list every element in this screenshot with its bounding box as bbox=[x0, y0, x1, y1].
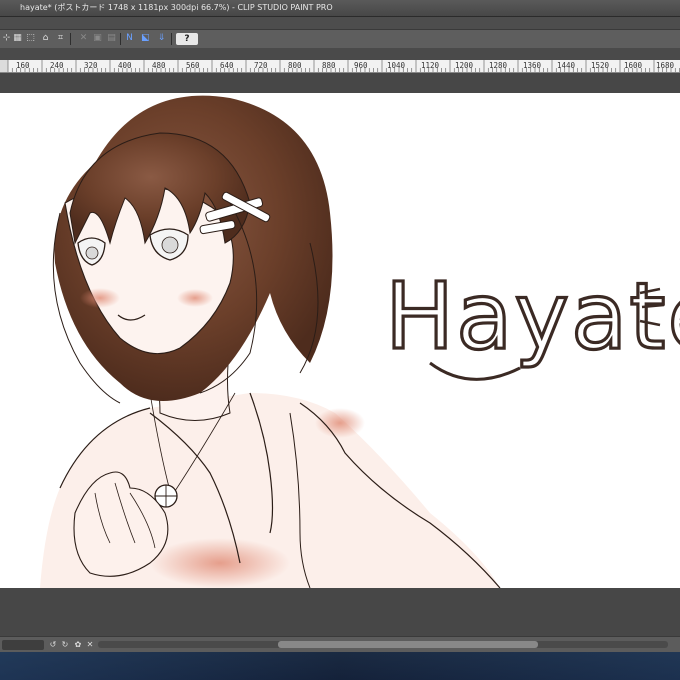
rotate-left-icon[interactable]: ↺ bbox=[48, 640, 58, 650]
fill-icon[interactable]: ⬚ bbox=[25, 33, 36, 44]
canvas-lettering: Hayate bbox=[385, 263, 680, 370]
snap-vector-icon[interactable]: ⬕ bbox=[140, 33, 151, 44]
select-all-icon[interactable]: ▦ bbox=[12, 33, 23, 44]
horizontal-scrollbar[interactable] bbox=[98, 641, 668, 648]
command-bar: ⊹ ▦ ⬚ ⌂ ⌗ ✕ ▣ ▤ N ⬕ ⇓ ? bbox=[0, 29, 680, 49]
ruler-label: 160 bbox=[16, 61, 30, 70]
ruler-label: 560 bbox=[186, 61, 200, 70]
ruler-label: 1120 bbox=[421, 61, 440, 70]
rotate-right-icon[interactable]: ↻ bbox=[60, 640, 70, 650]
toolbar-spacer bbox=[0, 48, 680, 60]
ruler-label: 800 bbox=[288, 61, 302, 70]
ruler-label: 1280 bbox=[489, 61, 508, 70]
ruler-label: 720 bbox=[254, 61, 268, 70]
ruler-label: 400 bbox=[118, 61, 132, 70]
shoulder-blush bbox=[315, 408, 365, 438]
settings-icon[interactable]: ✿ bbox=[73, 640, 83, 650]
pasteboard bbox=[0, 588, 680, 636]
navigator-thumbnail[interactable] bbox=[2, 640, 44, 650]
menu-bar-area bbox=[0, 17, 680, 29]
redo-icon[interactable]: ▣ bbox=[92, 33, 103, 44]
undo-icon[interactable]: ✕ bbox=[78, 33, 89, 44]
ruler-label: 1040 bbox=[387, 61, 406, 70]
cheek-blush bbox=[80, 288, 120, 308]
ruler-label: 240 bbox=[50, 61, 64, 70]
ruler-label: 1680 bbox=[656, 61, 675, 70]
close-icon[interactable]: ✕ bbox=[85, 640, 95, 650]
drawing-canvas[interactable]: Hayate bbox=[0, 93, 680, 588]
ruler-label: 960 bbox=[354, 61, 368, 70]
ruler-label: 640 bbox=[220, 61, 234, 70]
ruler-label: 1520 bbox=[591, 61, 610, 70]
cheek-blush bbox=[177, 289, 213, 307]
illustration: Hayate bbox=[40, 95, 680, 588]
ruler-label: 1440 bbox=[557, 61, 576, 70]
transform-icon[interactable]: ⊹ bbox=[1, 33, 12, 44]
os-taskbar bbox=[0, 652, 680, 680]
window-title: hayate* (ポストカード 1748 x 1181px 300dpi 66.… bbox=[20, 3, 333, 12]
snap-perspective-icon[interactable]: ⇓ bbox=[156, 33, 167, 44]
chest-blush bbox=[150, 538, 290, 588]
ruler-label: 1360 bbox=[523, 61, 542, 70]
clear-selection-icon[interactable]: ⌂ bbox=[40, 33, 51, 44]
help-button[interactable]: ? bbox=[176, 33, 198, 45]
horizontal-ruler[interactable]: 160 240 320 400 480 560 640 720 800 880 … bbox=[0, 60, 680, 73]
ruler-label: 1200 bbox=[455, 61, 474, 70]
ruler-label: 880 bbox=[322, 61, 336, 70]
scrollbar-thumb[interactable] bbox=[278, 641, 538, 648]
snap-grid-icon[interactable]: N bbox=[124, 33, 135, 44]
ruler-label: 1600 bbox=[624, 61, 643, 70]
pasteboard bbox=[0, 73, 680, 93]
title-bar: hayate* (ポストカード 1748 x 1181px 300dpi 66.… bbox=[0, 0, 680, 17]
snap-ruler-icon[interactable]: ▤ bbox=[106, 33, 117, 44]
ruler-label: 480 bbox=[152, 61, 166, 70]
ruler-label: 320 bbox=[84, 61, 98, 70]
crop-icon[interactable]: ⌗ bbox=[55, 33, 66, 44]
ruler-ticks bbox=[7, 60, 680, 72]
